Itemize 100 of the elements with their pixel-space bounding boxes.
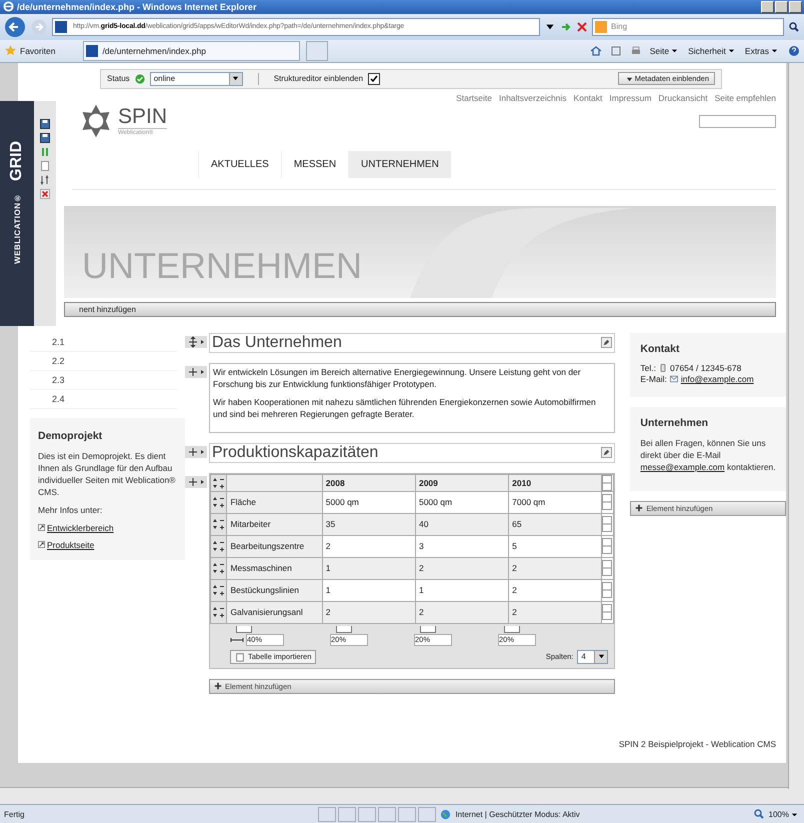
help-icon[interactable] (788, 44, 800, 57)
row-option-boxes[interactable] (602, 516, 612, 532)
add-element-bar[interactable]: nent hinzufügen (64, 302, 776, 317)
row-option-boxes[interactable] (602, 582, 612, 598)
top-link[interactable]: Seite empfehlen (714, 92, 776, 103)
move-handle[interactable] (185, 366, 209, 378)
plus-icon (214, 682, 222, 690)
save-icon[interactable] (40, 132, 50, 143)
window-title: /de/unternehmen/index.php - Windows Internet Explorer (17, 2, 258, 12)
heading-editor[interactable]: Produktionskapazitäten (209, 442, 616, 463)
vertical-scrollbar[interactable] (788, 62, 804, 789)
nav-item[interactable]: UNTERNEHMEN (348, 150, 451, 178)
row-controls-icon[interactable] (211, 539, 225, 554)
vendor-logo-text: WEBLICATION® (12, 192, 22, 264)
move-handle[interactable] (185, 336, 209, 348)
table-cell: 2 (322, 601, 416, 624)
edit-icon[interactable] (601, 337, 612, 348)
table-cell: 2 (415, 601, 509, 624)
zoom-icon[interactable] (752, 808, 765, 820)
table-cell: 1 (322, 579, 416, 602)
minimize-button[interactable] (761, 0, 774, 13)
phone-number: 07654 / 12345-678 (670, 362, 742, 374)
phone-label: Tel.: (640, 362, 656, 374)
home-icon[interactable] (590, 44, 602, 57)
top-link[interactable]: Inhaltsverzeichnis (498, 92, 567, 103)
table-header-cell: 2009 (415, 474, 509, 492)
subnav-item[interactable]: 2.4 (30, 390, 177, 409)
edit-icon[interactable] (601, 447, 612, 458)
subnav-item[interactable]: 2.1 (30, 332, 177, 352)
status-select[interactable]: online (150, 72, 243, 86)
close-button[interactable] (789, 0, 802, 13)
zoom-level[interactable]: 100% (768, 810, 800, 819)
info-link[interactable]: Produktseite (38, 540, 177, 550)
contact-title: Kontakt (640, 342, 680, 355)
print-icon[interactable] (630, 44, 642, 57)
columns-select[interactable]: 4 (577, 650, 608, 664)
column-option-boxes[interactable] (420, 626, 436, 633)
email-label: E-Mail: (640, 374, 667, 385)
status-text: Fertig (4, 810, 24, 819)
horizontal-scrollbar[interactable] (0, 787, 804, 804)
caret-icon (671, 47, 678, 54)
caret-icon (728, 47, 735, 54)
table-header-cell: 2008 (322, 474, 416, 492)
save-icon[interactable] (40, 118, 50, 129)
column-option-boxes[interactable] (504, 626, 520, 633)
column-option-boxes[interactable] (236, 626, 252, 633)
status-bar-panel (358, 806, 376, 822)
column-option-boxes[interactable] (336, 626, 352, 633)
top-link[interactable]: Druckansicht (658, 92, 708, 103)
grid-logo-text: GRID (8, 140, 26, 181)
row-option-boxes[interactable] (602, 604, 612, 620)
table-cell: 5000 qm (322, 491, 416, 514)
heading-editor[interactable]: Das Unternehmen (209, 332, 616, 353)
top-link[interactable]: Startseite (456, 92, 492, 103)
text-editor[interactable] (209, 362, 616, 433)
command-menu[interactable]: Seite (650, 46, 680, 56)
table-row-label: Messmaschinen (226, 557, 322, 580)
email-link[interactable]: messe@example.com (640, 462, 725, 472)
maximize-button[interactable] (775, 0, 788, 13)
document-icon[interactable] (40, 160, 50, 171)
caret-icon (791, 810, 798, 818)
search-field[interactable]: Bing (592, 18, 784, 36)
favorites-button[interactable]: Favoriten (4, 44, 78, 58)
top-link[interactable]: Kontakt (574, 92, 602, 103)
subnav-item[interactable]: 2.2 (30, 352, 177, 371)
close-icon[interactable] (576, 20, 588, 33)
structure-editor-checkbox[interactable] (368, 72, 380, 85)
table-row-label: Galvanisierungsanl (226, 601, 322, 624)
row-option-boxes[interactable] (602, 538, 612, 554)
row-controls-icon[interactable] (211, 495, 225, 510)
dropdown-caret-icon (598, 653, 605, 660)
row-option-boxes[interactable] (602, 560, 612, 576)
subnav-item[interactable]: 2.3 (30, 370, 177, 390)
move-handle[interactable] (185, 446, 209, 458)
globe-icon (440, 808, 452, 820)
nav-item[interactable]: AKTUELLES (198, 150, 281, 178)
row-option-boxes[interactable] (602, 474, 612, 491)
close-icon[interactable] (40, 188, 50, 199)
site-search-field[interactable] (699, 114, 776, 128)
browser-tab[interactable]: /de/unternehmen/index.php (83, 40, 300, 61)
status-bar-panel (398, 806, 416, 822)
top-link[interactable]: Impressum (609, 92, 652, 103)
back-button[interactable] (4, 16, 26, 38)
plus-icon (635, 504, 644, 512)
move-handle[interactable] (185, 476, 209, 488)
sort-icon[interactable] (40, 174, 50, 185)
email-link[interactable]: info@example.com (680, 374, 754, 385)
row-controls-icon[interactable] (211, 561, 225, 576)
row-controls-icon[interactable] (211, 605, 225, 620)
table-cell: 2 (415, 557, 509, 580)
command-menu[interactable]: Extras (744, 46, 780, 56)
caret-icon (771, 47, 778, 54)
search-icon[interactable] (788, 20, 800, 33)
table-cell: 2 (508, 579, 602, 602)
command-menu[interactable]: Sicherheit (688, 46, 737, 56)
info-link[interactable]: Entwicklerbereich (38, 522, 177, 533)
row-option-boxes[interactable] (602, 494, 612, 510)
row-controls-icon[interactable] (211, 476, 225, 490)
row-controls-icon[interactable] (211, 583, 225, 598)
row-controls-icon[interactable] (211, 517, 225, 532)
